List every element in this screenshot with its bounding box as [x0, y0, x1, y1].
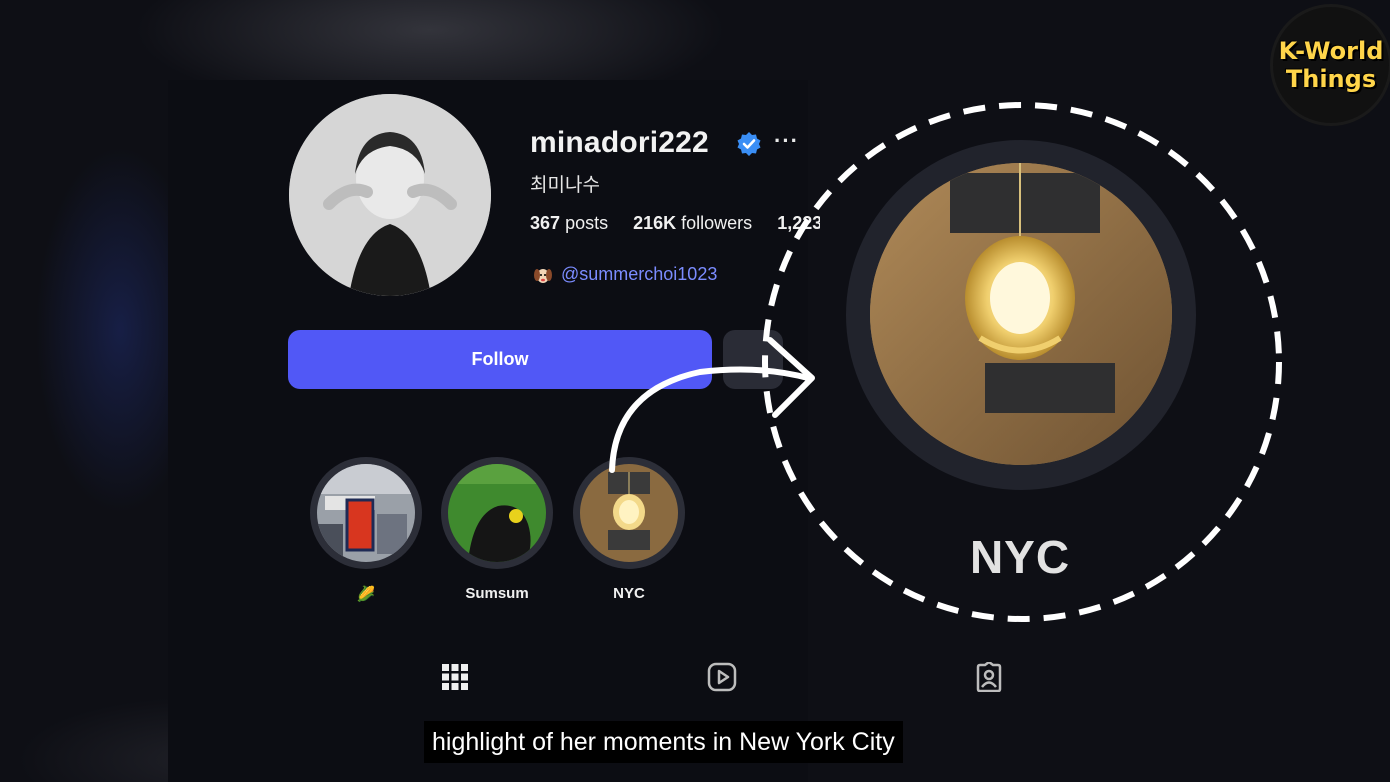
channel-logo: K-World Things	[1270, 4, 1390, 126]
logo-line-2: Things	[1285, 65, 1377, 93]
arrow-curve	[609, 366, 811, 473]
logo-line-1: K-World	[1278, 37, 1384, 65]
video-subtitle: highlight of her moments in New York Cit…	[424, 721, 903, 763]
zoom-dashed-circle	[609, 102, 1282, 622]
